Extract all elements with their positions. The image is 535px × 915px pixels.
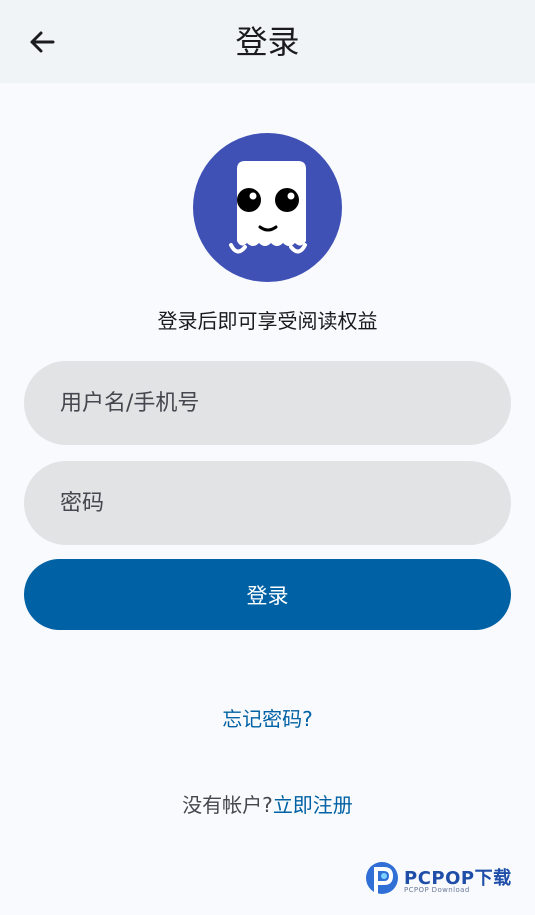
ghost-mascot-icon xyxy=(229,161,307,254)
top-app-bar: 登录 xyxy=(0,0,535,83)
page-title: 登录 xyxy=(235,23,300,61)
login-button[interactable]: 登录 xyxy=(24,559,511,630)
username-input[interactable] xyxy=(24,361,511,445)
forgot-password-link[interactable]: 忘记密码? xyxy=(0,704,535,734)
password-input[interactable] xyxy=(24,461,511,545)
register-row: 没有帐户?立即注册 xyxy=(0,790,535,820)
tagline: 登录后即可享受阅读权益 xyxy=(157,309,378,333)
register-link[interactable]: 立即注册 xyxy=(273,793,353,817)
username-field[interactable] xyxy=(24,361,511,445)
app-logo xyxy=(193,133,342,282)
watermark: PCPOP下载 PCPOP Download xyxy=(364,860,529,900)
pcpop-logo-icon xyxy=(366,862,398,894)
no-account-text: 没有帐户? xyxy=(182,793,273,817)
watermark-sub: PCPOP Download xyxy=(404,886,470,894)
password-field[interactable] xyxy=(24,461,511,545)
